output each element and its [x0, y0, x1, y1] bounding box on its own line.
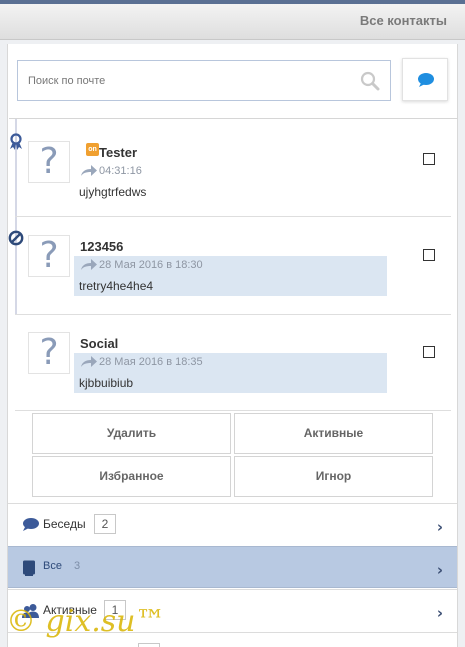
contact-name[interactable]: Tester [99, 145, 137, 160]
message-time: 28 Мая 2016 в 18:30 [99, 259, 203, 271]
contacts-book-icon [23, 560, 35, 576]
message-preview[interactable]: 28 Мая 2016 в 18:35 kjbbuibiub [74, 353, 387, 393]
count-badge: 2 [94, 514, 116, 534]
new-message-button[interactable] [402, 58, 448, 101]
contacts-panel: ? on Tester 04:31:16 ujyhgtrfedws ? [7, 44, 458, 647]
contact-name[interactable]: Social [80, 336, 118, 351]
message-text: tretry4he4he4 [79, 279, 154, 293]
online-badge: on [86, 143, 99, 156]
divider [15, 216, 451, 217]
favorites-button[interactable]: Избранное [32, 456, 231, 497]
forward-arrow-icon [81, 356, 97, 367]
chat-bubble-icon [23, 518, 39, 531]
forward-arrow-icon [81, 165, 97, 176]
count-badge: 3 [73, 560, 81, 572]
message-preview[interactable]: 04:31:16 ujyhgtrfedws [74, 162, 387, 202]
page-title: Все контакты [359, 13, 447, 28]
chat-bubble-icon [418, 73, 434, 87]
ignore-button[interactable]: Игнор [234, 456, 433, 497]
search-icon[interactable] [360, 71, 380, 91]
message-preview[interactable]: 28 Мая 2016 в 18:30 tretry4he4he4 [74, 256, 387, 296]
chevron-right-icon: › [436, 518, 443, 536]
message-text: kjbbuibiub [79, 376, 134, 390]
nav-item-conversations[interactable]: Беседы 2 › [8, 503, 457, 545]
message-time: 28 Мая 2016 в 18:35 [99, 356, 203, 368]
watermark: © gix.su™ [6, 604, 166, 639]
nav-label: Все [43, 560, 62, 572]
top-header: Все контакты [0, 0, 465, 40]
nav-item-all[interactable]: Все 3 › [8, 546, 457, 588]
search-input[interactable] [18, 61, 348, 100]
contact-item[interactable]: ? Social 28 Мая 2016 в 18:35 kjbbuibiub [14, 328, 452, 408]
avatar[interactable]: ? [28, 235, 70, 277]
message-time: 04:31:16 [99, 165, 142, 177]
divider [15, 410, 451, 411]
forward-arrow-icon [81, 259, 97, 270]
contact-item[interactable]: ? on Tester 04:31:16 ujyhgtrfedws [10, 133, 452, 213]
avatar[interactable]: ? [28, 332, 70, 374]
chevron-right-icon: › [436, 561, 443, 579]
mark-active-button[interactable]: Активные [234, 413, 433, 454]
select-checkbox[interactable] [423, 153, 435, 165]
avatar-placeholder: ? [39, 235, 59, 276]
ribbon-award-icon [10, 133, 22, 150]
message-text: ujyhgtrfedws [79, 185, 147, 199]
avatar-placeholder: ? [39, 141, 59, 182]
avatar[interactable]: ? [28, 141, 70, 183]
blocked-icon [8, 230, 24, 246]
contact-name[interactable]: 123456 [80, 239, 123, 254]
delete-button[interactable]: Удалить [32, 413, 231, 454]
select-checkbox[interactable] [423, 249, 435, 261]
avatar-placeholder: ? [39, 332, 59, 373]
select-checkbox[interactable] [423, 346, 435, 358]
contact-item[interactable]: ? 123456 28 Мая 2016 в 18:30 tretry4he4h… [8, 230, 452, 310]
divider [15, 314, 451, 315]
page: Все контакты ? [0, 0, 465, 647]
count-badge [138, 643, 160, 647]
chevron-right-icon: › [436, 604, 443, 622]
search-box [17, 60, 391, 101]
bulk-actions: Удалить Активные Избранное Игнор [32, 413, 434, 498]
divider [9, 118, 458, 119]
nav-label: Беседы [43, 517, 86, 531]
